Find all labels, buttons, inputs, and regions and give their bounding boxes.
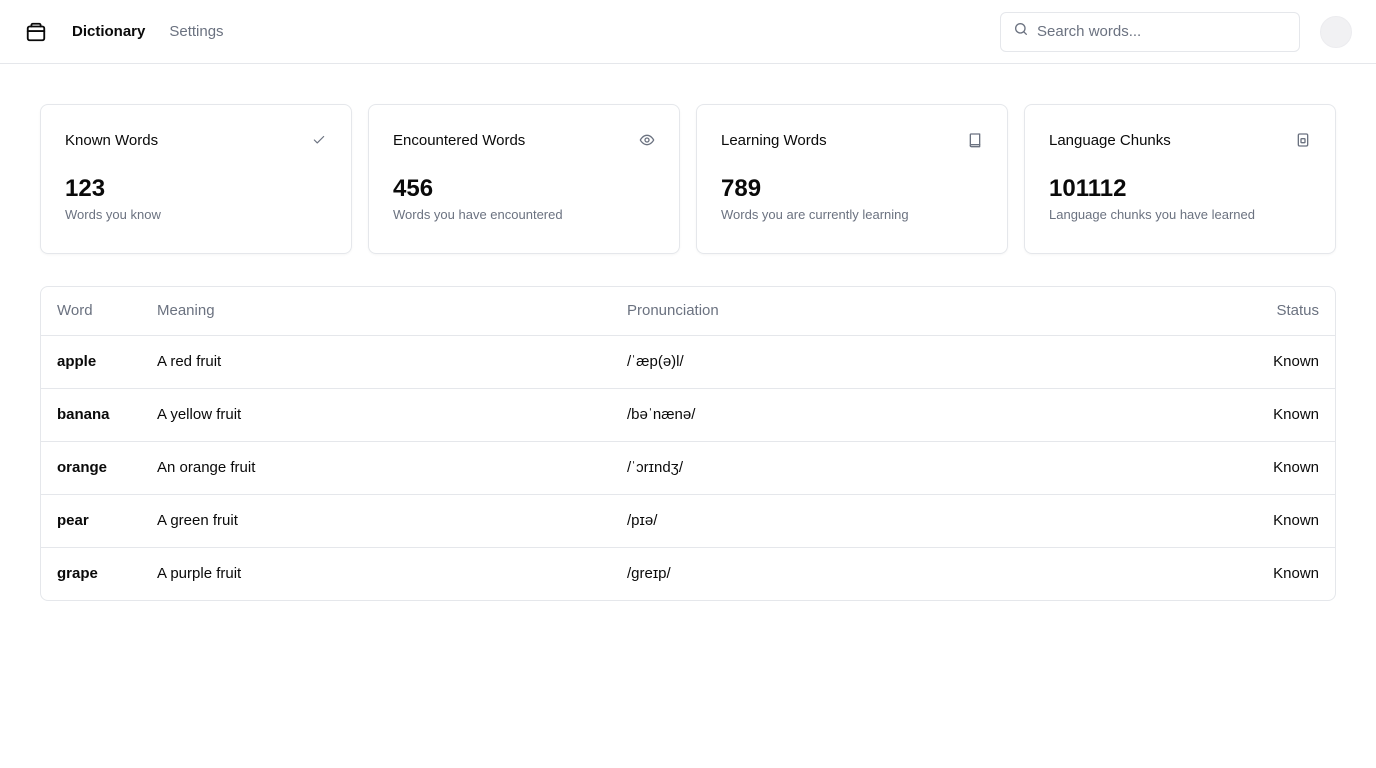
stat-card-value: 123 bbox=[65, 175, 106, 202]
stat-card-learning-words: Learning Words 789 Words you are current… bbox=[696, 104, 1008, 254]
stat-card-subtitle: Words you are currently learning bbox=[721, 207, 909, 222]
table-row[interactable]: grape A purple fruit /greɪp/ Known bbox=[41, 547, 1335, 600]
cell-pronunciation: /bəˈnænə/ bbox=[611, 388, 1056, 442]
cell-status: Known bbox=[1055, 388, 1335, 442]
stats-cards: Known Words 123 Words you know Encounter… bbox=[0, 64, 1376, 254]
search-icon bbox=[1013, 21, 1029, 42]
nav-settings-link[interactable]: Settings bbox=[169, 23, 223, 40]
column-header-pronunciation[interactable]: Pronunciation bbox=[611, 287, 1056, 336]
stat-card-title: Learning Words bbox=[721, 131, 827, 149]
top-nav: Dictionary Settings bbox=[0, 0, 1376, 64]
cell-word: banana bbox=[41, 388, 141, 442]
stat-card-value: 456 bbox=[393, 175, 434, 202]
eye-icon bbox=[639, 132, 655, 148]
column-header-word[interactable]: Word bbox=[41, 287, 141, 336]
cell-status: Known bbox=[1055, 494, 1335, 548]
table-row[interactable]: orange An orange fruit /ˈɔrɪndʒ/ Known bbox=[41, 441, 1335, 495]
cell-pronunciation: /greɪp/ bbox=[627, 565, 671, 583]
cell-meaning: A yellow fruit bbox=[141, 388, 611, 442]
search-box[interactable] bbox=[1000, 11, 1300, 52]
search-input[interactable] bbox=[1037, 23, 1287, 40]
stat-card-subtitle: Words you know bbox=[65, 207, 161, 222]
cell-meaning: A red fruit bbox=[141, 335, 611, 389]
cell-pronunciation: /pɪə/ bbox=[611, 494, 1056, 548]
cell-status: Known bbox=[1273, 565, 1319, 583]
cell-word: apple bbox=[41, 335, 141, 389]
table-row[interactable]: pear A green fruit /pɪə/ Known bbox=[41, 494, 1335, 548]
cell-word: pear bbox=[41, 494, 141, 548]
stat-card-encountered-words: Encountered Words 456 Words you have enc… bbox=[368, 104, 680, 254]
cell-meaning: An orange fruit bbox=[141, 441, 611, 495]
book-icon bbox=[967, 132, 983, 148]
file-icon bbox=[1295, 132, 1311, 148]
table-row[interactable]: banana A yellow fruit /bəˈnænə/ Known bbox=[41, 388, 1335, 442]
stat-card-title: Known Words bbox=[65, 131, 159, 149]
package-icon[interactable] bbox=[24, 20, 48, 44]
stat-card-value: 101112 bbox=[1049, 175, 1127, 202]
cell-meaning: A green fruit bbox=[141, 494, 611, 548]
stat-card-value: 789 bbox=[721, 175, 762, 202]
stat-card-title: Encountered Words bbox=[393, 131, 526, 149]
column-header-status[interactable]: Status bbox=[1055, 287, 1335, 336]
cell-meaning: A purple fruit bbox=[157, 565, 242, 583]
stat-card-title: Language Chunks bbox=[1049, 131, 1171, 149]
stat-card-language-chunks: Language Chunks 101112 Language chunks y… bbox=[1024, 104, 1336, 254]
words-table: Word Meaning Pronunciation Status apple … bbox=[40, 286, 1336, 601]
table-row[interactable]: apple A red fruit /ˈæp(ə)l/ Known bbox=[41, 335, 1335, 389]
check-icon bbox=[311, 132, 327, 148]
cell-word: orange bbox=[41, 441, 141, 495]
stat-card-subtitle: Language chunks you have learned bbox=[1049, 207, 1255, 222]
user-avatar[interactable] bbox=[1320, 15, 1352, 48]
stat-card-subtitle: Words you have encountered bbox=[393, 207, 563, 222]
cell-pronunciation: /ˈɔrɪndʒ/ bbox=[611, 441, 1056, 495]
stat-card-known-words: Known Words 123 Words you know bbox=[40, 104, 352, 254]
nav-dictionary-link[interactable]: Dictionary bbox=[72, 23, 145, 40]
cell-status: Known bbox=[1055, 335, 1335, 389]
column-header-meaning[interactable]: Meaning bbox=[141, 287, 611, 336]
cell-status: Known bbox=[1055, 441, 1335, 495]
cell-word: grape bbox=[57, 565, 98, 583]
cell-pronunciation: /ˈæp(ə)l/ bbox=[611, 335, 1056, 389]
table-header-row: Word Meaning Pronunciation Status bbox=[41, 287, 1335, 336]
